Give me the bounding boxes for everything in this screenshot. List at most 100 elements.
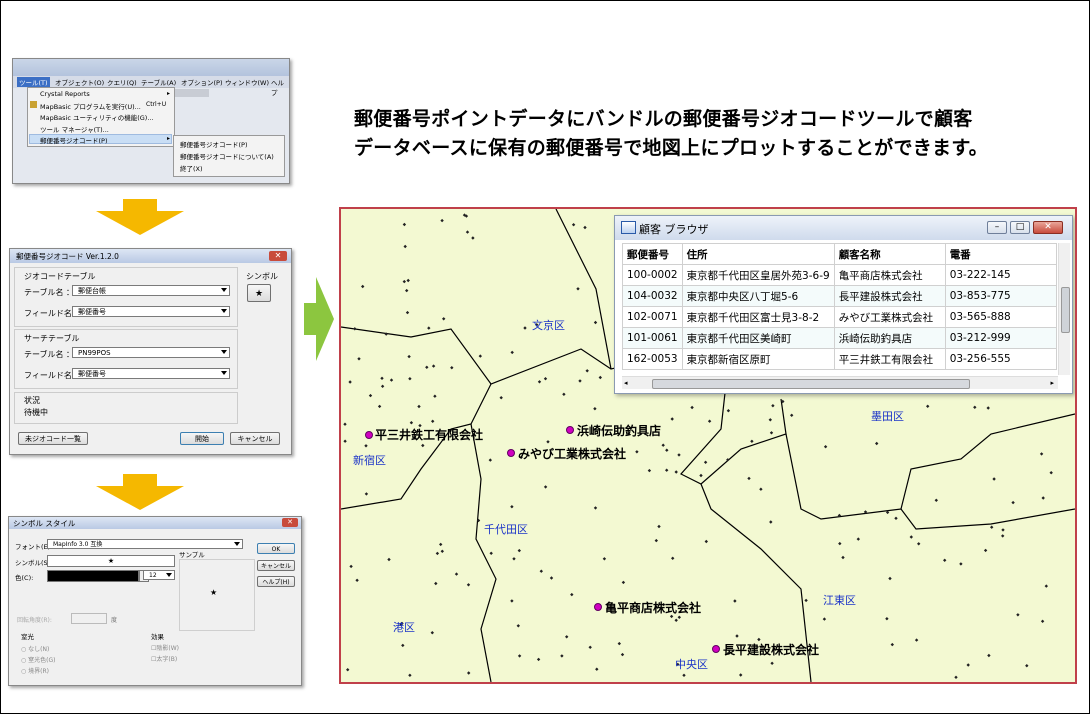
map-point-marker[interactable] [365, 431, 373, 439]
menu-item-tool-manager[interactable]: ツール マネージャ(T)... [40, 124, 109, 134]
table-row[interactable]: 100-0002 東京都千代田区皇居外苑3-6-9 亀平商店株式会社 03-22… [622, 264, 1058, 286]
map-point-marker[interactable] [712, 645, 720, 653]
submenu-item-about[interactable]: 郵便番号ジオコードについて(A) [180, 151, 274, 161]
cancel-button[interactable]: キャンセル [257, 560, 295, 571]
postal-point-dot [377, 404, 382, 409]
browser-title: 顧客 ブラウザ [639, 223, 709, 236]
table-row[interactable]: 162-0053 東京都新宿区原町 平三井鉄工有限会社 03-256-555 [622, 348, 1058, 370]
menu-item-run-mapbasic[interactable]: MapBasic プログラムを実行(U)... [40, 101, 141, 111]
column-header[interactable]: 郵便番号 [622, 243, 683, 265]
postal-point-dot [771, 404, 775, 408]
table-cell[interactable]: 03-222-145 [944, 264, 1058, 286]
postal-point-dot [565, 635, 569, 639]
close-icon[interactable]: ✕ [1033, 221, 1063, 234]
table-cell[interactable]: 101-0061 [622, 327, 683, 349]
table-cell[interactable]: 104-0032 [622, 285, 683, 307]
postal-point-dot [1016, 613, 1020, 617]
table-cell[interactable]: 東京都千代田区美崎町 [681, 327, 835, 349]
scrollbar-thumb[interactable] [1061, 287, 1070, 333]
scroll-right-icon[interactable]: ▸ [1050, 379, 1054, 387]
table-cell[interactable]: 亀平商店株式会社 [833, 264, 946, 286]
menu-table[interactable]: テーブル(A) [141, 77, 176, 87]
table-cell[interactable]: 03-212-999 [944, 327, 1058, 349]
column-header[interactable]: 電番 [944, 243, 1058, 265]
table-cell[interactable]: 03-565-888 [944, 306, 1058, 328]
menu-item-crystal-reports[interactable]: Crystal Reports [40, 90, 90, 98]
scroll-left-icon[interactable]: ◂ [624, 379, 628, 387]
submenu-item-exit[interactable]: 終了(X) [180, 163, 203, 173]
table-cell[interactable]: 浜崎伝助釣具店 [833, 327, 946, 349]
menu-item-mapbasic-utility[interactable]: MapBasic ユーティリティの機能(G)... [40, 112, 154, 122]
maximize-icon[interactable]: □ [1010, 221, 1030, 234]
minimize-icon[interactable]: – [987, 221, 1007, 234]
ward-label-bunkyo: 文京区 [532, 319, 565, 332]
table-cell[interactable]: 03-256-555 [944, 348, 1058, 370]
map-point-marker[interactable] [566, 426, 574, 434]
scrollbar-thumb[interactable] [652, 379, 970, 389]
table-cell[interactable]: 長平建設株式会社 [833, 285, 946, 307]
start-button[interactable]: 開始 [180, 432, 224, 445]
table-cell[interactable]: 102-0071 [622, 306, 683, 328]
ok-button[interactable]: OK [257, 543, 295, 554]
map-point-marker[interactable] [507, 449, 515, 457]
close-icon[interactable]: ✕ [282, 518, 298, 527]
table-cell[interactable]: 東京都千代田区富士見3-8-2 [681, 306, 835, 328]
column-header[interactable]: 住所 [681, 243, 835, 265]
font-select[interactable]: MapInfo 3.0 互換 [47, 539, 243, 549]
postal-point-dot [560, 654, 564, 658]
table-cell[interactable]: 162-0053 [622, 348, 683, 370]
horizontal-scrollbar[interactable]: ◂ ▸ [622, 376, 1058, 389]
table-cell[interactable]: 100-0002 [622, 264, 683, 286]
postal-point-dot [841, 555, 845, 560]
search-table-select[interactable]: PN99POS [72, 347, 230, 358]
postal-point-dot [671, 556, 675, 560]
map-point-marker[interactable] [594, 603, 602, 611]
symbol-button[interactable]: ★ [247, 284, 271, 302]
size-select[interactable]: 12 [143, 570, 175, 580]
symbol-select[interactable]: ★ [47, 555, 175, 567]
color-swatch[interactable] [47, 570, 139, 582]
cancel-button[interactable]: キャンセル [230, 432, 280, 445]
table-row[interactable]: 102-0071 東京都千代田区富士見3-8-2 みやび工業株式会社 03-56… [622, 306, 1058, 328]
table-cell[interactable]: みやび工業株式会社 [833, 306, 946, 328]
table-row[interactable]: 101-0061 東京都千代田区美崎町 浜崎伝助釣具店 03-212-999 [622, 327, 1058, 349]
menu-options[interactable]: オプション(P) [181, 77, 223, 87]
toolbar-strip [173, 89, 209, 97]
effect-shadow-checkbox[interactable]: ☐陰影(W) [151, 643, 179, 652]
ungeocoded-list-button[interactable]: 未ジオコード一覧 [18, 432, 88, 445]
menu-object[interactable]: オブジェクト(O) [55, 77, 104, 87]
ward-label-shinjuku: 新宿区 [353, 454, 386, 467]
geocode-field-select[interactable]: 郵便番号 [72, 306, 230, 317]
rotation-input[interactable] [71, 613, 107, 624]
postal-point-dot [516, 624, 520, 628]
geocode-table-select[interactable]: 郵便台帳 [72, 285, 230, 296]
close-icon[interactable]: ✕ [269, 251, 287, 261]
postal-point-dot [726, 408, 731, 413]
table-row[interactable]: 104-0032 東京都中央区八丁堀5-6 長平建設株式会社 03-853-77… [622, 285, 1058, 307]
sample-label: サンプル [179, 551, 205, 559]
halo-option-none[interactable]: ○ なし(N) [21, 644, 49, 653]
table-cell[interactable]: 03-853-775 [944, 285, 1058, 307]
table-cell[interactable]: 東京都千代田区皇居外苑3-6-9 [681, 264, 835, 286]
effect-bold-checkbox[interactable]: ☐太字(B) [151, 654, 177, 663]
menu-item-zip-geocode[interactable]: 郵便番号ジオコード(P) [40, 135, 108, 145]
map-window[interactable]: 文京区 墨田区 新宿区 千代田区 江東区 港区 中央区 平三井鉄工有限会社 浜崎… [339, 207, 1077, 684]
menu-tools[interactable]: ツール(T) [17, 77, 50, 87]
menu-window[interactable]: ウィンドウ(W) [225, 77, 269, 87]
menu-query[interactable]: クエリ(Q) [107, 77, 137, 87]
vertical-scrollbar[interactable] [1058, 243, 1070, 375]
submenu-item-geocode[interactable]: 郵便番号ジオコード(P) [180, 139, 248, 149]
table-cell[interactable]: 東京都新宿区原町 [681, 348, 835, 370]
menu-help[interactable]: ヘルプ [271, 77, 289, 97]
postal-point-dot [665, 448, 669, 452]
help-button[interactable]: ヘルプ(H) [257, 576, 295, 587]
postal-point-dot [677, 453, 681, 457]
postal-point-dot [986, 406, 990, 410]
table-cell[interactable]: 東京都中央区八丁堀5-6 [681, 285, 835, 307]
table-cell[interactable]: 平三井鉄工有限会社 [833, 348, 946, 370]
column-header[interactable]: 顧客名称 [833, 243, 946, 265]
postal-point-dot [888, 576, 892, 581]
search-field-select[interactable]: 郵便番号 [72, 368, 230, 379]
halo-option-border[interactable]: ○ 境界(R) [21, 666, 49, 675]
halo-option-color[interactable]: ○ 窒光色(G) [21, 655, 56, 664]
